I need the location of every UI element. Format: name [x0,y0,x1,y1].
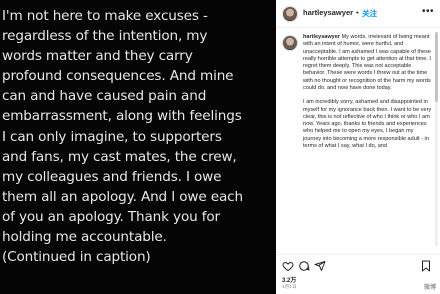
instagram-post-modal: I'm not here to make excuses - regardles… [0,0,440,294]
caption-paragraph-1-text: My words, irrelevant of being meant with… [303,34,431,91]
caption-area[interactable]: hartleysawyer My words, irrelevant of be… [276,29,434,253]
caption-avatar[interactable] [282,35,298,51]
likes-count[interactable]: 3.2万 [282,275,296,284]
caption-text: hartleysawyer My words, irrelevant of be… [303,34,432,150]
caption-scrollbar[interactable] [435,32,438,246]
post-image-text: I'm not here to make excuses - regardles… [2,8,243,266]
bookmark-icon[interactable] [420,260,432,272]
follow-button[interactable]: 关注 [362,8,377,19]
post-side-panel: hartleysawyer • 关注 ••• hartleysawyer My … [276,0,440,294]
caption-paragraph-2: I am incredibly sorry, ashamed and disap… [303,99,432,149]
separator-dot: • [356,8,359,17]
comment-icon[interactable] [298,260,310,272]
caption-scrollbar-thumb[interactable] [435,32,438,102]
avatar[interactable] [282,6,298,22]
more-horizontal-icon[interactable]: ••• [422,6,434,17]
share-icon[interactable] [314,260,326,272]
post-header: hartleysawyer • 关注 ••• [276,0,440,28]
caption-paragraph-1: hartleysawyer My words, irrelevant of be… [303,34,432,92]
caption-username[interactable]: hartleysawyer [303,34,340,40]
weibo-watermark: 微博 [423,285,436,291]
post-date: 3月1日 [282,284,297,289]
post-image[interactable]: I'm not here to make excuses - regardles… [0,0,276,294]
heart-icon[interactable] [282,260,294,272]
header-username[interactable]: hartleysawyer [303,8,353,17]
post-actions: 3.2万 3月1日 微博 [276,254,440,294]
